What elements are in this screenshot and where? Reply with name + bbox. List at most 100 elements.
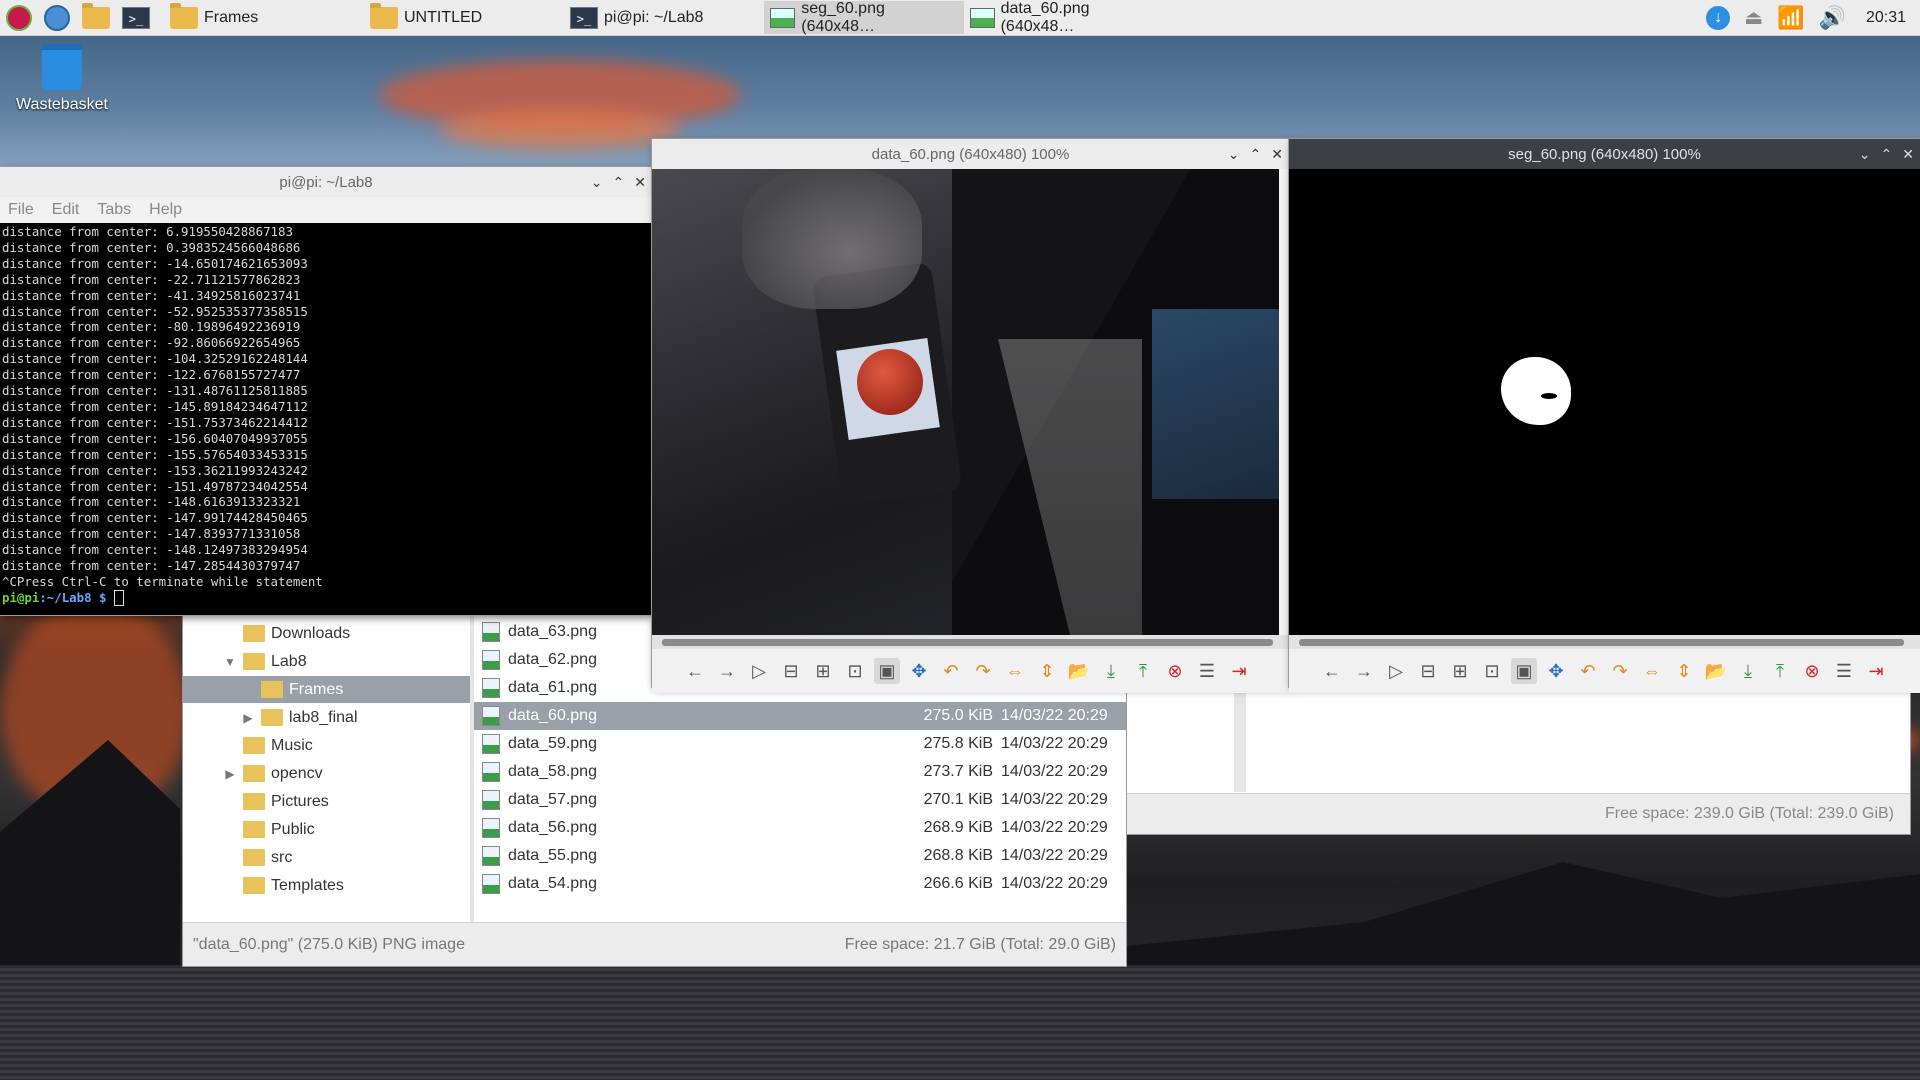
file-row[interactable]: data_57.png 270.1 KiB 14/03/22 20:29 (474, 786, 1126, 814)
zoom-in-icon[interactable]: ⊞ (1447, 658, 1473, 684)
tree-item[interactable]: Pictures (223, 788, 329, 815)
close-icon[interactable]: ✕ (1902, 146, 1914, 163)
open-file-icon[interactable]: 📂 (1066, 658, 1092, 684)
flip-horizontal-icon[interactable]: ⇔ (1002, 658, 1028, 684)
tree-item[interactable]: Music (223, 732, 313, 759)
flip-vertical-icon[interactable]: ⇕ (1671, 658, 1697, 684)
volume-icon[interactable]: 🔊 (1819, 5, 1846, 31)
zoom-out-icon[interactable]: ⊟ (1415, 658, 1441, 684)
image-canvas[interactable] (652, 169, 1279, 635)
fullscreen-icon[interactable]: ✥ (906, 658, 932, 684)
file-name: data_55.png (508, 847, 597, 864)
file-row[interactable]: data_59.png 275.8 KiB 14/03/22 20:29 (474, 730, 1126, 758)
scroll-thumb[interactable] (1299, 639, 1904, 646)
task-untitled[interactable]: UNTITLED (364, 1, 564, 34)
open-file-icon[interactable]: 📂 (1703, 658, 1729, 684)
rotate-right-icon[interactable]: ↷ (970, 658, 996, 684)
delete-icon[interactable]: ⊗ (1799, 658, 1825, 684)
task-frames[interactable]: Frames (164, 1, 364, 34)
menu-tabs[interactable]: Tabs (97, 201, 131, 219)
save-as-icon[interactable]: ⤒ (1130, 658, 1156, 684)
previous-icon[interactable]: ← (682, 658, 708, 684)
flip-horizontal-icon[interactable]: ⇔ (1639, 658, 1665, 684)
minimize-icon[interactable]: ⌄ (591, 174, 603, 191)
quit-icon[interactable]: ⇥ (1863, 658, 1889, 684)
minimize-icon[interactable]: ⌄ (1228, 146, 1240, 163)
preferences-icon[interactable]: ☰ (1831, 658, 1857, 684)
file-row[interactable]: data_60.png 275.0 KiB 14/03/22 20:29 (474, 702, 1126, 730)
rotate-left-icon[interactable]: ↶ (1575, 658, 1601, 684)
quit-icon[interactable]: ⇥ (1226, 658, 1252, 684)
image-canvas[interactable] (1289, 169, 1920, 635)
original-size-icon[interactable]: ▣ (874, 658, 900, 684)
previous-icon[interactable]: ← (1319, 658, 1345, 684)
terminal-output[interactable]: distance from center: 6.919550428867183 d… (0, 223, 652, 615)
file-size: 268.8 KiB (923, 847, 993, 864)
tree-item[interactable]: Public (223, 816, 315, 843)
preferences-icon[interactable]: ☰ (1194, 658, 1220, 684)
horizontal-scrollbar[interactable] (652, 635, 1289, 649)
original-size-icon[interactable]: ▣ (1511, 658, 1537, 684)
next-icon[interactable]: → (1351, 658, 1377, 684)
close-icon[interactable]: ✕ (634, 174, 646, 191)
viewer-titlebar[interactable]: data_60.png (640x480) 100% ⌄ ⌃ ✕ (652, 139, 1289, 169)
file-manager-launcher[interactable] (76, 1, 116, 34)
file-row[interactable]: data_54.png 266.6 KiB 14/03/22 20:29 (474, 870, 1126, 898)
tree-item[interactable]: Downloads (223, 620, 350, 647)
viewer-titlebar[interactable]: seg_60.png (640x480) 100% ⌄ ⌃ ✕ (1289, 139, 1920, 169)
minimize-icon[interactable]: ⌄ (1859, 146, 1871, 163)
rotate-left-icon[interactable]: ↶ (938, 658, 964, 684)
clock[interactable]: 20:31 (1866, 9, 1906, 27)
collapsed-arrow-icon[interactable]: ▶ (223, 767, 237, 781)
save-as-icon[interactable]: ⤒ (1767, 658, 1793, 684)
collapsed-arrow-icon[interactable]: ▶ (241, 711, 255, 725)
terminal-line: distance from center: -131.4876112581188… (2, 383, 308, 399)
fit-icon[interactable]: ⊡ (842, 658, 868, 684)
horizontal-scrollbar[interactable] (1289, 635, 1920, 649)
tree-item[interactable]: Frames (183, 676, 470, 703)
close-icon[interactable]: ✕ (1271, 146, 1283, 163)
slideshow-icon[interactable]: ▷ (746, 658, 772, 684)
file-size: 273.7 KiB (923, 763, 993, 780)
slideshow-icon[interactable]: ▷ (1383, 658, 1409, 684)
wastebasket-desktop-icon[interactable]: Wastebasket (14, 44, 110, 114)
file-row[interactable]: data_58.png 273.7 KiB 14/03/22 20:29 (474, 758, 1126, 786)
tree-item[interactable]: src (223, 844, 292, 871)
eject-icon[interactable]: ⏏ (1744, 5, 1763, 30)
terminal-titlebar[interactable]: pi@pi: ~/Lab8 ⌄ ⌃ ✕ (0, 167, 652, 197)
file-row[interactable]: data_56.png 268.9 KiB 14/03/22 20:29 (474, 814, 1126, 842)
task-seg-viewer[interactable]: seg_60.png (640x48… (764, 0, 964, 35)
scroll-thumb[interactable] (662, 639, 1273, 646)
maximize-icon[interactable]: ⌃ (1881, 146, 1893, 163)
next-icon[interactable]: → (714, 658, 740, 684)
file-row[interactable]: data_55.png 268.8 KiB 14/03/22 20:29 (474, 842, 1126, 870)
expanded-arrow-icon[interactable]: ▼ (223, 655, 237, 669)
tree-item[interactable]: Templates (223, 872, 344, 899)
vertical-scrollbar[interactable] (1234, 686, 1246, 792)
web-browser-launcher[interactable] (38, 1, 76, 34)
zoom-in-icon[interactable]: ⊞ (810, 658, 836, 684)
tree-item[interactable]: ▶ lab8_final (241, 704, 358, 731)
rotate-right-icon[interactable]: ↷ (1607, 658, 1633, 684)
raspberry-menu-button[interactable] (0, 1, 38, 34)
zoom-out-icon[interactable]: ⊟ (778, 658, 804, 684)
download-updates-icon[interactable]: ↓ (1706, 5, 1731, 30)
task-terminal[interactable]: >_ pi@pi: ~/Lab8 (564, 1, 764, 34)
terminal-launcher[interactable]: >_ (116, 1, 156, 34)
tree-item[interactable]: ▶ opencv (223, 760, 323, 787)
fit-icon[interactable]: ⊡ (1479, 658, 1505, 684)
fullscreen-icon[interactable]: ✥ (1543, 658, 1569, 684)
delete-icon[interactable]: ⊗ (1162, 658, 1188, 684)
maximize-icon[interactable]: ⌃ (613, 174, 625, 191)
menu-file[interactable]: File (8, 201, 34, 219)
menu-help[interactable]: Help (149, 201, 182, 219)
tree-item[interactable]: ▼ Lab8 (223, 648, 307, 675)
task-data-viewer[interactable]: data_60.png (640x48… (964, 0, 1164, 35)
raspberry-icon (6, 4, 32, 31)
save-icon[interactable]: ⤓ (1735, 658, 1761, 684)
wifi-icon[interactable]: 📶 (1777, 5, 1804, 31)
save-icon[interactable]: ⤓ (1098, 658, 1124, 684)
menu-edit[interactable]: Edit (52, 201, 80, 219)
flip-vertical-icon[interactable]: ⇕ (1034, 658, 1060, 684)
maximize-icon[interactable]: ⌃ (1250, 146, 1262, 163)
